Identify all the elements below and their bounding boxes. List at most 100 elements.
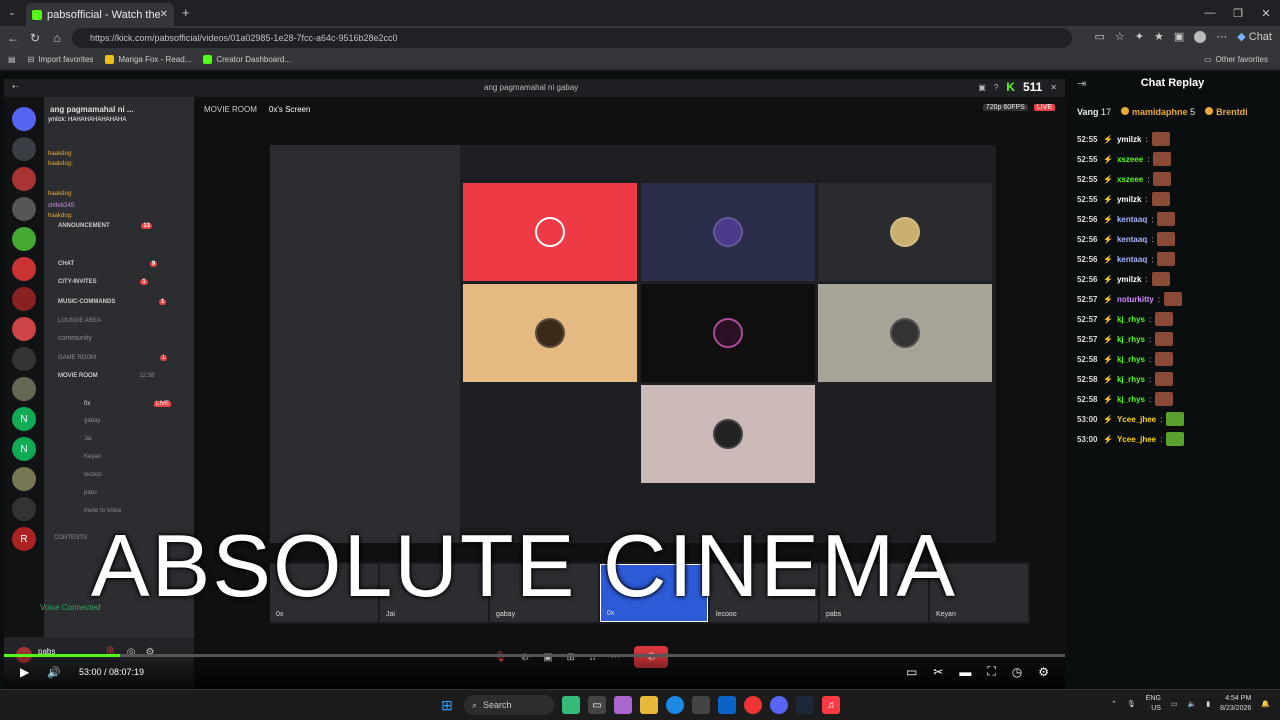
participant-avatar <box>535 318 565 348</box>
server-icon <box>12 497 36 521</box>
chat-title: Chat Replay <box>1140 77 1205 89</box>
refresh-icon[interactable]: ↻ <box>24 31 46 45</box>
speaker-icon[interactable]: 🔈 <box>1188 700 1197 708</box>
tray-chevron-icon[interactable]: ⌃ <box>1111 700 1117 708</box>
tab-list-icon[interactable]: ⌄ <box>8 7 16 18</box>
message-username[interactable]: kj_rhys <box>1117 335 1145 344</box>
music-icon[interactable]: ♫ <box>822 696 840 714</box>
widgets-icon[interactable] <box>562 696 580 714</box>
taskbar-search[interactable]: ⌕ Search <box>464 695 554 715</box>
gifter-item[interactable]: Vang 17 <box>1077 107 1111 117</box>
copilot-chat-button[interactable]: ◆ Chat <box>1237 30 1272 44</box>
close-icon: ✕ <box>1050 82 1057 92</box>
server-name: ang pagmamahal ni ... <box>50 105 134 114</box>
server-icon <box>12 167 36 191</box>
other-favorites[interactable]: ▭ Other favorites <box>1204 55 1268 64</box>
message-username[interactable]: xszeee <box>1117 155 1143 164</box>
maximize-icon[interactable]: ❐ <box>1224 0 1252 26</box>
message-username[interactable]: xszeee <box>1117 175 1143 184</box>
edge-icon[interactable] <box>666 696 684 714</box>
windows-start-icon[interactable]: ⊞ <box>438 696 456 714</box>
message-username[interactable]: kj_rhys <box>1117 395 1145 404</box>
close-tab-icon[interactable]: ✕ <box>160 9 168 20</box>
profile-avatar-icon[interactable] <box>1194 30 1207 43</box>
volume-icon[interactable]: 🔊 <box>47 666 61 679</box>
theater-mode-icon[interactable]: ▬ <box>959 665 971 679</box>
file-explorer-icon[interactable] <box>640 696 658 714</box>
store-icon[interactable] <box>692 696 710 714</box>
voice-member: Jai <box>84 436 92 442</box>
speed-icon[interactable]: ◷ <box>1012 665 1022 679</box>
message-username[interactable]: Ycee_jhee <box>1117 435 1156 444</box>
minimize-icon[interactable]: — <box>1196 0 1224 26</box>
play-icon[interactable]: ▶ <box>20 665 29 679</box>
back-icon[interactable]: ← <box>2 31 24 45</box>
new-tab-icon[interactable]: + <box>182 5 190 20</box>
collections-icon[interactable]: ▣ <box>1174 30 1184 43</box>
message-username[interactable]: kentaaq <box>1117 215 1147 224</box>
clock[interactable]: 4:54 PM 8/23/2026 <box>1220 694 1251 714</box>
message-time: 53:00 <box>1077 414 1098 424</box>
message-username[interactable]: Ycee_jhee <box>1117 415 1156 424</box>
bookmark-label: Manga Fox - Read... <box>118 55 192 64</box>
copilot-icon[interactable] <box>614 696 632 714</box>
emote-icon <box>1166 412 1185 426</box>
chat-message: 53:00 ⚡ Ycee_jhee: <box>1077 409 1277 429</box>
clip-icon[interactable]: ✂ <box>933 665 943 679</box>
message-username[interactable]: kj_rhys <box>1117 315 1145 324</box>
url-field[interactable]: https://kick.com/pabsofficial/videos/01a… <box>72 28 1072 48</box>
message-username[interactable]: noturkitty <box>1117 295 1154 304</box>
collapse-chat-icon[interactable]: ⇥ <box>1077 77 1086 90</box>
more-icon[interactable]: ⋯ <box>1216 30 1227 43</box>
chrome-icon[interactable] <box>744 696 762 714</box>
kick-favicon-icon <box>203 55 213 64</box>
browser-tab[interactable]: pabsofficial - Watch the VOD on Ki ✕ <box>26 3 174 26</box>
video-player[interactable]: ⇠ ang pagmamahal ni gabay ▣ ? K 511 ✕ N … <box>4 79 1065 689</box>
gifter-item[interactable]: Brentdi <box>1205 107 1248 117</box>
message-separator: : <box>1149 314 1152 324</box>
task-view-icon[interactable]: ▭ <box>588 696 606 714</box>
message-username[interactable]: kj_rhys <box>1117 375 1145 384</box>
viewer-count: 511 <box>1022 80 1043 94</box>
emote-icon <box>1155 332 1174 346</box>
bookmark-import-favorites[interactable]: ⊟ Import favorites <box>28 55 94 64</box>
outlook-icon[interactable] <box>718 696 736 714</box>
fullscreen-icon[interactable]: ⛶ <box>987 664 995 679</box>
close-window-icon[interactable]: ✕ <box>1252 0 1280 26</box>
server-icon <box>12 257 36 281</box>
mic-icon[interactable]: 🎙 <box>1127 700 1136 708</box>
progress-bar[interactable] <box>4 654 1065 657</box>
message-username[interactable]: kentaaq <box>1117 255 1147 264</box>
steam-icon[interactable] <box>796 696 814 714</box>
extensions-icon[interactable]: ✦ <box>1135 30 1144 43</box>
message-username[interactable]: ymilzk <box>1117 195 1141 204</box>
favorites-icon[interactable]: ★ <box>1154 30 1164 43</box>
message-time: 52:58 <box>1077 354 1098 364</box>
sidebar-toggle-icon[interactable]: ▤ <box>8 55 16 64</box>
quality-badge: 720p 60FPS <box>982 104 1028 111</box>
home-icon[interactable]: ⌂ <box>46 31 68 45</box>
channel-item: ANNOUNCEMENT 13 <box>58 223 153 229</box>
bookmark-label: Creator Dashboard... <box>216 55 292 64</box>
participant-avatar <box>713 217 743 247</box>
bookmark-manga-fox[interactable]: Manga Fox - Read... <box>105 55 191 64</box>
message-username[interactable]: ymilzk <box>1117 135 1141 144</box>
bookmark-creator-dashboard[interactable]: Creator Dashboard... <box>203 55 291 64</box>
server-icon: N <box>12 437 36 461</box>
pip-icon[interactable]: ▭ <box>906 665 917 679</box>
folder-icon: ▭ <box>1203 55 1212 64</box>
gifter-item[interactable]: mamidaphne 5 <box>1121 107 1195 117</box>
network-icon[interactable]: ▭ <box>1171 700 1178 708</box>
message-username[interactable]: kentaaq <box>1117 235 1147 244</box>
reader-icon[interactable]: ▭ <box>1095 30 1105 43</box>
message-username[interactable]: ymilzk <box>1117 275 1141 284</box>
import-icon: ⊟ <box>27 55 35 64</box>
settings-icon[interactable]: ⚙ <box>1038 665 1049 679</box>
message-username[interactable]: kj_rhys <box>1117 355 1145 364</box>
notifications-icon[interactable]: 🔔 <box>1261 700 1270 708</box>
caption-overlay: ABSOLUTE CINEMA <box>90 516 958 615</box>
battery-icon[interactable]: ▮ <box>1206 700 1210 708</box>
language-indicator[interactable]: ENG US <box>1146 694 1161 714</box>
discord-icon[interactable] <box>770 696 788 714</box>
favorite-star-icon[interactable]: ☆ <box>1115 30 1125 43</box>
